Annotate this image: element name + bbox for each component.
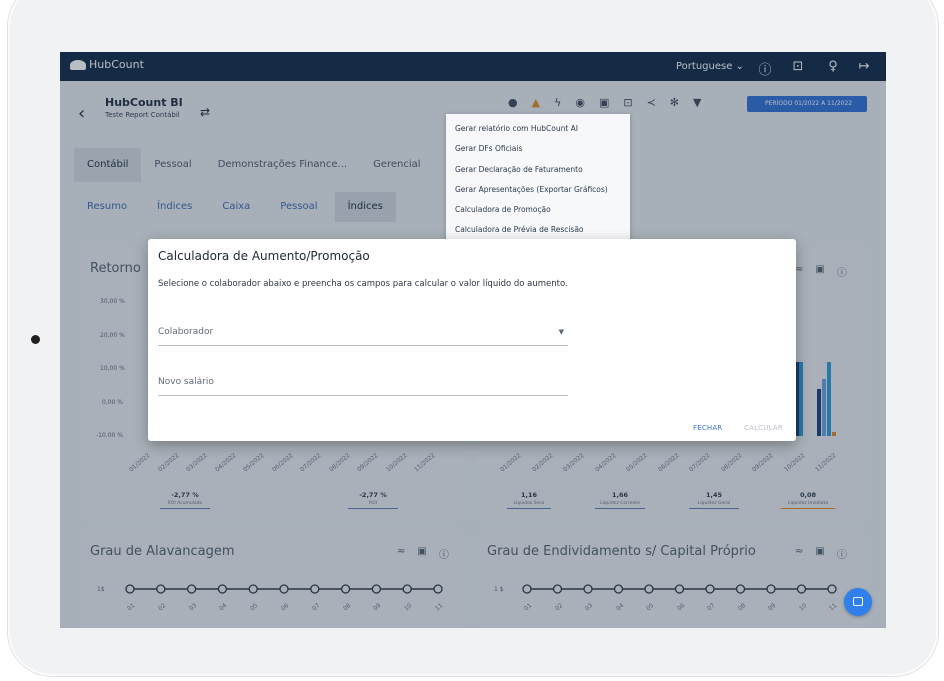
chat-button[interactable] (844, 588, 872, 616)
close-button[interactable]: FECHAR (693, 424, 722, 432)
menu-item-rescisao[interactable]: Calculadora de Prévia de Rescisão (446, 220, 630, 240)
chat-icon (853, 597, 863, 606)
menu-item-ai-report[interactable]: Gerar relatório com HubCount AI (446, 119, 630, 139)
dialog-title: Calculadora de Aumento/Promoção (158, 249, 370, 263)
menu-item-faturamento[interactable]: Gerar Declaração de Faturamento (446, 160, 630, 180)
calculate-button[interactable]: CALCULAR (744, 424, 783, 432)
menu-item-apresentacoes[interactable]: Gerar Apresentações (Exportar Gráficos) (446, 180, 630, 200)
new-salary-label: Novo salário (158, 377, 214, 387)
new-salary-field[interactable]: Novo salário (158, 375, 568, 396)
menu-item-dfs[interactable]: Gerar DFs Oficiais (446, 139, 630, 159)
dialog-description: Selecione o colaborador abaixo e preench… (158, 279, 568, 289)
menu-item-promocao[interactable]: Calculadora de Promoção (446, 200, 630, 220)
actions-dropdown-menu: Gerar relatório com HubCount AI Gerar DF… (446, 114, 630, 246)
tablet-camera (31, 335, 40, 344)
collaborator-label: Colaborador (158, 327, 214, 337)
dropdown-caret-icon: ▼ (558, 328, 564, 336)
app-screen: HubCount Portuguese ⌄ ⓘ ⊡ ♀ ↦ ‹ HubCount… (60, 52, 886, 628)
collaborator-select[interactable]: Colaborador ▼ (158, 325, 568, 346)
promotion-calculator-dialog: Calculadora de Aumento/Promoção Selecion… (148, 239, 796, 441)
